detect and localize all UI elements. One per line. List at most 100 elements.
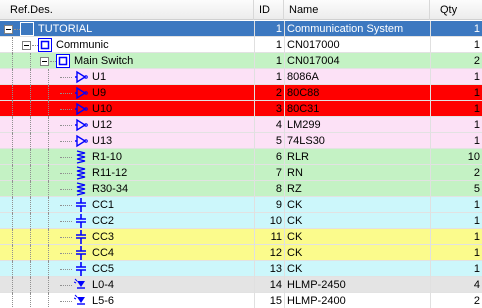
led-icon — [73, 294, 88, 308]
qty-cell: 1 — [473, 39, 480, 51]
tree-row[interactable]: U10 3 80C31 1 — [0, 101, 482, 117]
name-cell: RZ — [287, 183, 302, 195]
column-divider — [284, 213, 285, 229]
tree-connector — [30, 133, 31, 149]
qty-cell: 1 — [473, 71, 480, 83]
tree-row[interactable]: L5-6 15 HLMP-2400 2 — [0, 293, 482, 308]
ref-des-cell: CC1 — [92, 199, 115, 211]
resistor-icon — [74, 166, 88, 180]
column-divider — [284, 277, 285, 293]
column-divider — [284, 293, 285, 308]
ref-des-cell: U1 — [92, 71, 107, 83]
tree-row[interactable]: U1 1 8086A 1 — [0, 69, 482, 85]
tree-connector — [48, 277, 49, 293]
id-cell: 4 — [275, 119, 282, 131]
column-divider — [284, 181, 285, 197]
tree-connector — [30, 101, 31, 117]
tree-connector — [12, 165, 13, 181]
tree-connector — [48, 117, 49, 133]
tree-row[interactable]: U13 5 74LS30 1 — [0, 133, 482, 149]
tree-connector — [60, 157, 72, 158]
ref-des-cell: U9 — [92, 87, 107, 99]
tree-row[interactable]: CC3 11 CK 1 — [0, 229, 482, 245]
tree-row[interactable]: U12 4 LM299 1 — [0, 117, 482, 133]
collapse-toggle-icon[interactable] — [4, 25, 13, 34]
tree-row[interactable]: L0-4 14 HLMP-2450 4 — [0, 277, 482, 293]
column-header-qty[interactable]: Qty — [430, 0, 482, 20]
name-cell: 74LS30 — [287, 135, 325, 147]
column-divider — [254, 229, 255, 245]
column-divider — [284, 133, 285, 149]
tree-connector — [12, 85, 13, 101]
tree-connector — [48, 149, 49, 165]
qty-cell: 2 — [473, 167, 480, 179]
tree-connector — [60, 301, 72, 302]
column-divider — [284, 149, 285, 165]
tree-connector — [30, 213, 31, 229]
id-cell: 1 — [275, 55, 282, 67]
tree-row[interactable]: CC5 13 CK 1 — [0, 261, 482, 277]
name-cell: CN017004 — [287, 55, 340, 67]
tree-row[interactable]: R30-34 8 RZ 5 — [0, 181, 482, 197]
ref-des-cell: U13 — [92, 135, 113, 147]
tree-row[interactable]: CC4 12 CK 1 — [0, 245, 482, 261]
column-divider — [430, 229, 431, 245]
name-cell: CN017000 — [287, 39, 340, 51]
column-divider — [284, 245, 285, 261]
tree-connector — [12, 133, 13, 149]
tree-row[interactable]: Communic 1 CN017000 1 — [0, 37, 482, 53]
tree-row[interactable]: R11-12 7 RN 2 — [0, 165, 482, 181]
collapse-toggle-icon[interactable] — [40, 57, 49, 66]
column-header-name[interactable]: Name — [284, 0, 430, 20]
tree-connector — [48, 133, 49, 149]
ic-icon — [74, 86, 88, 100]
collapse-toggle-icon[interactable] — [22, 41, 31, 50]
column-divider — [254, 181, 255, 197]
column-header-ref-des[interactable]: Ref.Des. — [0, 0, 254, 20]
led-icon — [73, 278, 88, 292]
capacitor-icon — [74, 246, 88, 260]
id-cell: 15 — [269, 295, 282, 307]
id-cell: 1 — [275, 39, 282, 51]
module-icon — [20, 22, 34, 36]
tree-connector — [12, 37, 13, 53]
tree-row[interactable]: U9 2 80C88 1 — [0, 85, 482, 101]
tree-row[interactable]: R1-10 6 RLR 10 — [0, 149, 482, 165]
column-divider — [430, 181, 431, 197]
column-divider — [430, 165, 431, 181]
column-divider — [284, 117, 285, 133]
tree-connector — [60, 125, 72, 126]
name-cell: CK — [287, 231, 303, 243]
tree-connector — [12, 213, 13, 229]
id-cell: 12 — [269, 247, 282, 259]
column-divider — [430, 245, 431, 261]
column-divider — [254, 69, 255, 85]
module-icon — [56, 54, 70, 68]
tree-connector — [30, 277, 31, 293]
column-divider — [254, 37, 255, 53]
tree-connector — [12, 293, 13, 308]
name-cell: 80C31 — [287, 103, 320, 115]
id-cell: 1 — [275, 23, 282, 35]
resistor-icon — [74, 150, 88, 164]
qty-cell: 1 — [473, 199, 480, 211]
tree-connector — [12, 277, 13, 293]
tree-connector — [30, 229, 31, 245]
column-header-id[interactable]: ID — [254, 0, 284, 20]
tree-row[interactable]: CC2 10 CK 1 — [0, 213, 482, 229]
tree-connector — [30, 165, 31, 181]
column-divider — [284, 69, 285, 85]
tree-connector — [12, 117, 13, 133]
tree-connector — [12, 149, 13, 165]
tree-connector — [60, 109, 72, 110]
tree-row[interactable]: CC1 9 CK 1 — [0, 197, 482, 213]
column-divider — [254, 21, 255, 37]
tree-row[interactable]: Main Switch 1 CN017004 2 — [0, 53, 482, 69]
tree-connector — [60, 237, 72, 238]
column-divider — [284, 85, 285, 101]
capacitor-icon — [74, 262, 88, 276]
column-divider — [254, 101, 255, 117]
tree-connector — [30, 197, 31, 213]
tree-row[interactable]: TUTORIAL 1 Communication System 1 — [0, 21, 482, 37]
column-divider — [430, 149, 431, 165]
